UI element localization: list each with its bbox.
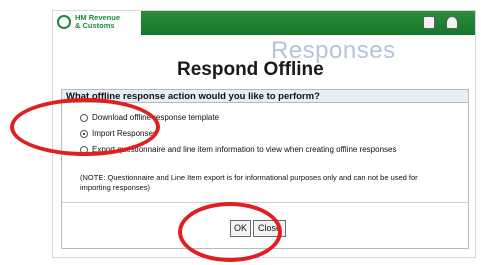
user-icon[interactable]	[446, 16, 458, 29]
page-title: Respond Offline	[177, 59, 324, 80]
option-export-questionnaire-label: Export questionnaire and line item infor…	[92, 145, 397, 154]
highlight-circle-import-option	[10, 98, 160, 156]
divider	[62, 202, 468, 203]
hmrc-logo: HM Revenue & Customs	[53, 11, 141, 35]
crest-icon	[57, 15, 71, 29]
highlight-circle-ok-button	[178, 202, 282, 262]
top-bar: HM Revenue & Customs	[53, 11, 475, 35]
export-note: (NOTE: Questionnaire and Line Item expor…	[80, 173, 418, 192]
logo-line-2: & Customs	[75, 21, 115, 30]
print-icon[interactable]	[423, 16, 435, 29]
logo-text: HM Revenue & Customs	[75, 14, 139, 30]
